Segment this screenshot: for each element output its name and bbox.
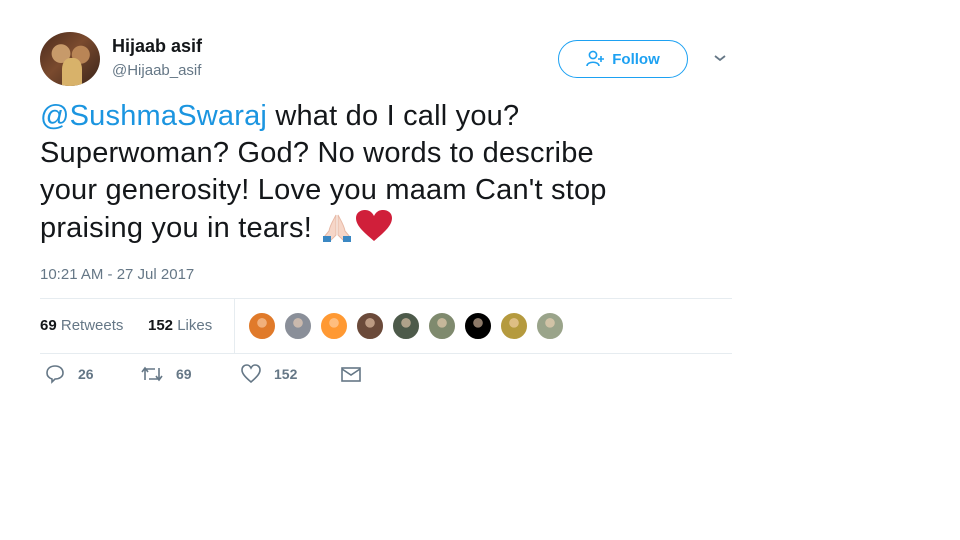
liker-avatar[interactable] [248, 312, 276, 340]
likes-stat[interactable]: 152 Likes [148, 317, 212, 334]
liker-avatar[interactable] [284, 312, 312, 340]
liker-avatar[interactable] [320, 312, 348, 340]
tweet-text-line4: praising you in tears! [40, 212, 312, 244]
tweet-text-line2: Superwoman? God? No words to describe [40, 137, 594, 169]
message-action[interactable] [340, 364, 362, 384]
retweets-count: 69 [40, 317, 57, 334]
retweet-icon [141, 366, 163, 382]
red-heart-emoji [356, 210, 393, 241]
liker-avatar[interactable] [392, 312, 420, 340]
likes-count: 152 [148, 317, 174, 334]
tweet-stats: 69 Retweets 152 Likes [40, 298, 732, 354]
follow-button[interactable]: Follow [558, 40, 688, 78]
tweet-text: @SushmaSwaraj what do I call you? Superw… [40, 98, 730, 247]
add-user-icon [586, 50, 605, 67]
tweet-card: Hijaab asif @Hijaab_asif Follow @SushmaS… [40, 28, 732, 384]
tweet-text-line1: what do I call you? [267, 100, 520, 132]
liker-avatar[interactable] [428, 312, 456, 340]
folded-hands-emoji [323, 214, 352, 242]
stats-divider [234, 299, 235, 353]
tweet-actions: 26 69 152 [40, 364, 732, 388]
envelope-icon [341, 367, 361, 382]
liker-avatar[interactable] [536, 312, 564, 340]
avatar[interactable] [40, 32, 100, 86]
retweet-action[interactable]: 69 [140, 364, 192, 384]
timestamp[interactable]: 10:21 AM - 27 Jul 2017 [40, 266, 194, 283]
retweet-count: 69 [176, 366, 192, 382]
follow-button-label: Follow [612, 50, 660, 68]
like-action[interactable]: 152 [240, 364, 297, 384]
like-count: 152 [274, 366, 298, 382]
reply-action[interactable]: 26 [44, 364, 94, 384]
author-handle[interactable]: @Hijaab_asif [112, 62, 201, 79]
retweets-label: Retweets [60, 317, 124, 334]
author-name[interactable]: Hijaab asif [112, 36, 202, 57]
retweets-stat[interactable]: 69 Retweets [40, 317, 123, 334]
reply-icon [46, 365, 64, 384]
liker-avatar[interactable] [500, 312, 528, 340]
liker-avatar[interactable] [356, 312, 384, 340]
chevron-down-icon[interactable] [710, 48, 730, 68]
likes-label: Likes [177, 317, 213, 334]
heart-icon [241, 364, 261, 384]
tweet-text-line3: your generosity! Love you maam Can't sto… [40, 174, 607, 206]
tweet-header: Hijaab asif @Hijaab_asif Follow [40, 28, 732, 90]
mention-link[interactable]: @SushmaSwaraj [40, 100, 267, 132]
reply-count: 26 [78, 366, 94, 382]
liker-avatar[interactable] [464, 312, 492, 340]
